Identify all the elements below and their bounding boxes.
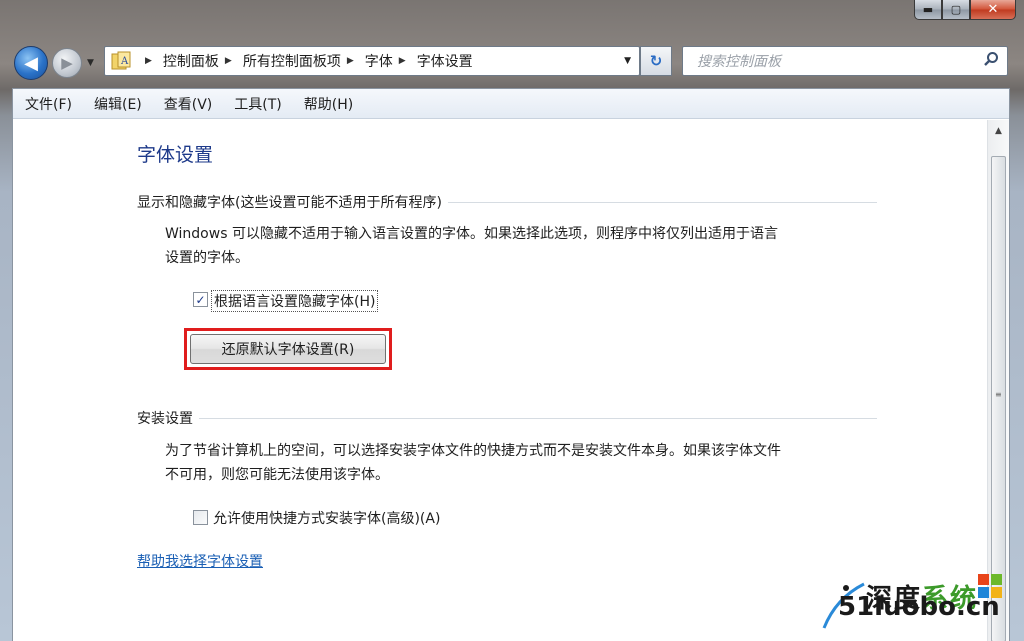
address-dropdown-icon[interactable]: ▼: [624, 56, 631, 66]
restore-default-fonts-button[interactable]: 还原默认字体设置(R): [190, 334, 386, 364]
menu-bar: 文件(F) 编辑(E) 查看(V) 工具(T) 帮助(H): [13, 89, 1009, 119]
close-button[interactable]: ✕: [970, 0, 1016, 20]
explorer-window: ▬ ▢ ✕ ◀ ▶ ▼ A ▶ 控制面板 ▶ 所有控制面板项 ▶ 字体 ▶ 字体…: [0, 0, 1024, 641]
display-description-line1: Windows 可以隐藏不适用于输入语言设置的字体。如果选择此选项，则程序中将仅…: [165, 226, 778, 242]
hide-fonts-label[interactable]: 根据语言设置隐藏字体(H): [211, 290, 379, 312]
menu-file[interactable]: 文件(F): [25, 94, 72, 114]
svg-text:A: A: [120, 56, 129, 67]
scroll-thumb[interactable]: ≡: [991, 156, 1006, 641]
minimize-button[interactable]: ▬: [914, 0, 942, 20]
watermark-site: 51luobo.cn: [838, 592, 1000, 622]
breadcrumb-fonts[interactable]: 字体: [365, 51, 393, 71]
refresh-icon: ↻: [649, 52, 663, 70]
install-description-line1: 为了节省计算机上的空间，可以选择安装字体文件的快捷方式而不是安装文件本身。如果该…: [165, 443, 781, 459]
breadcrumb-separator-icon[interactable]: ▶: [399, 56, 406, 66]
install-shortcut-label[interactable]: 允许使用快捷方式安装字体(高级)(A): [213, 508, 440, 528]
section-divider: [137, 418, 877, 419]
settings-content: 字体设置 显示和隐藏字体(这些设置可能不适用于所有程序) Windows 可以隐…: [13, 120, 987, 641]
address-bar[interactable]: A ▶ 控制面板 ▶ 所有控制面板项 ▶ 字体 ▶ 字体设置 ▼: [104, 46, 640, 76]
breadcrumb-separator-icon[interactable]: ▶: [347, 56, 354, 66]
scroll-up-icon[interactable]: ▲: [988, 122, 1009, 140]
back-button[interactable]: ◀: [14, 46, 48, 80]
menu-view[interactable]: 查看(V): [164, 94, 213, 114]
help-choose-font-settings-link[interactable]: 帮助我选择字体设置: [137, 551, 263, 571]
breadcrumb-font-settings[interactable]: 字体设置: [417, 51, 473, 71]
watermark-windows-logo-icon: [978, 574, 1002, 598]
display-description-line2: 设置的字体。: [165, 250, 249, 266]
install-description-line2: 不可用，则您可能无法使用该字体。: [165, 467, 389, 483]
client-area: 文件(F) 编辑(E) 查看(V) 工具(T) 帮助(H) 字体设置 显示和隐藏…: [12, 88, 1010, 641]
maximize-button[interactable]: ▢: [942, 0, 970, 20]
grip-icon: ≡: [995, 390, 1002, 399]
section-label-install: 安装设置: [137, 408, 199, 428]
menu-tools[interactable]: 工具(T): [234, 94, 281, 114]
breadcrumb-all-items[interactable]: 所有控制面板项: [243, 51, 341, 71]
caption-buttons: ▬ ▢ ✕: [914, 0, 1016, 22]
recent-pages-dropdown[interactable]: ▼: [87, 58, 94, 68]
search-icon[interactable]: [983, 51, 999, 71]
menu-edit[interactable]: 编辑(E): [94, 94, 142, 114]
install-shortcut-checkbox[interactable]: [193, 510, 208, 525]
page-title: 字体设置: [137, 144, 214, 166]
breadcrumb-separator-icon[interactable]: ▶: [225, 56, 232, 66]
back-arrow-icon: ◀: [24, 52, 38, 74]
site-watermark: 深度系统 51luobo.cn: [816, 572, 1016, 638]
hide-fonts-checkbox[interactable]: ✓: [193, 292, 208, 307]
refresh-button[interactable]: ↻: [640, 46, 672, 76]
breadcrumb-separator-icon[interactable]: ▶: [145, 56, 152, 66]
menu-help[interactable]: 帮助(H): [304, 94, 353, 114]
control-panel-icon: A: [109, 49, 133, 73]
checkmark-icon: ✓: [195, 292, 206, 307]
search-input[interactable]: 搜索控制面板: [682, 46, 1008, 76]
section-label-display: 显示和隐藏字体(这些设置可能不适用于所有程序): [137, 192, 448, 212]
search-placeholder: 搜索控制面板: [697, 54, 781, 70]
forward-button[interactable]: ▶: [52, 48, 82, 78]
breadcrumb-control-panel[interactable]: 控制面板: [163, 51, 219, 71]
forward-arrow-icon: ▶: [61, 54, 73, 72]
vertical-scrollbar[interactable]: ▲ ≡: [987, 120, 1009, 641]
navigation-row: ◀ ▶ ▼ A ▶ 控制面板 ▶ 所有控制面板项 ▶ 字体 ▶ 字体设置 ▼ ↻…: [0, 40, 1024, 84]
